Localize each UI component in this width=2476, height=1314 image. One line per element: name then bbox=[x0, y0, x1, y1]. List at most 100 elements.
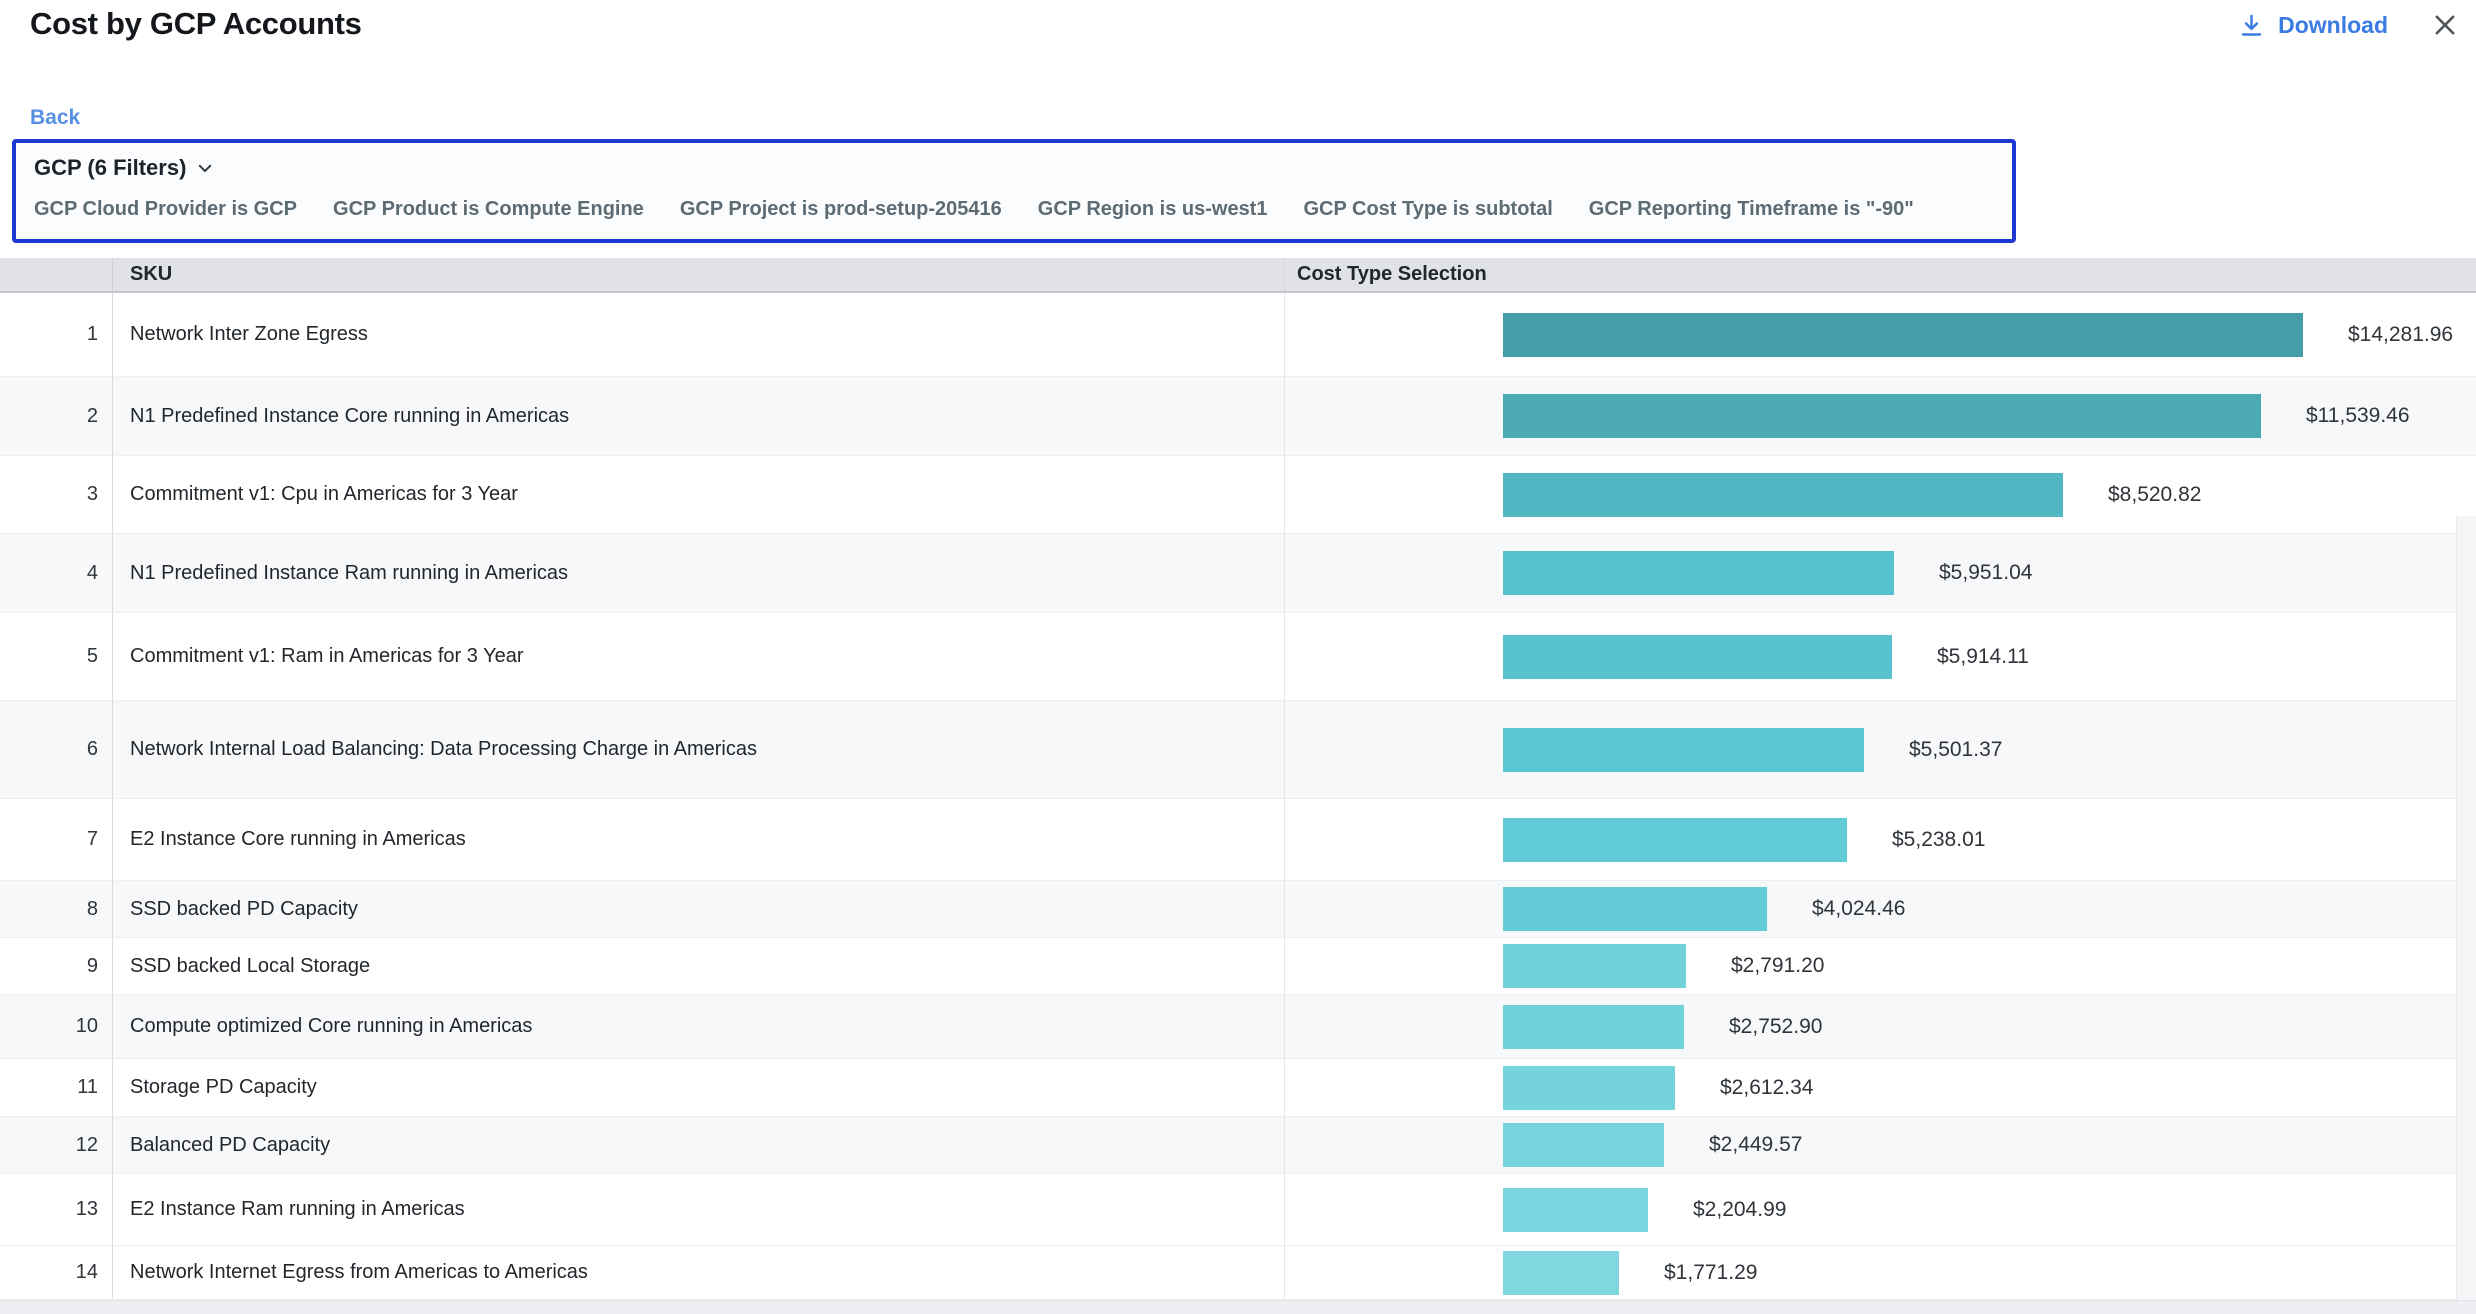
cost-type-selection-column-header: Cost Type Selection bbox=[1285, 258, 2476, 291]
cost-bar-cell: $2,752.90 bbox=[1285, 995, 2476, 1058]
row-number: 11 bbox=[0, 1059, 113, 1116]
cost-value-label: $8,520.82 bbox=[2108, 483, 2201, 507]
filter-item: GCP Cost Type is subtotal bbox=[1303, 198, 1552, 221]
row-number: 9 bbox=[0, 938, 113, 994]
cost-bar bbox=[1503, 635, 1892, 679]
download-label: Download bbox=[2278, 12, 2388, 39]
cost-value-label: $2,791.20 bbox=[1731, 954, 1824, 978]
chevron-down-icon bbox=[196, 159, 214, 177]
table-row: 14Network Internet Egress from Americas … bbox=[0, 1246, 2476, 1300]
cost-bar bbox=[1503, 313, 2303, 357]
row-number: 12 bbox=[0, 1117, 113, 1173]
filter-item: GCP Cloud Provider is GCP bbox=[34, 198, 297, 221]
next-row-edge-strip bbox=[0, 1300, 2476, 1314]
page-title: Cost by GCP Accounts bbox=[30, 6, 362, 42]
cost-value-label: $5,951.04 bbox=[1939, 561, 2032, 585]
cost-bar-cell: $2,791.20 bbox=[1285, 938, 2476, 994]
table-row: 8SSD backed PD Capacity$4,024.46 bbox=[0, 881, 2476, 938]
row-number: 2 bbox=[0, 377, 113, 455]
cost-value-label: $11,539.46 bbox=[2306, 404, 2410, 428]
close-button[interactable] bbox=[2428, 8, 2462, 42]
table-row: 13E2 Instance Ram running in Americas$2,… bbox=[0, 1174, 2476, 1246]
table-header-row: SKU Cost Type Selection bbox=[0, 258, 2476, 293]
row-number: 13 bbox=[0, 1174, 113, 1245]
filter-item: GCP Region is us-west1 bbox=[1038, 198, 1268, 221]
sku-cell: Network Internet Egress from Americas to… bbox=[113, 1246, 1285, 1299]
table-row: 10Compute optimized Core running in Amer… bbox=[0, 995, 2476, 1059]
cost-bar-cell: $1,771.29 bbox=[1285, 1246, 2476, 1299]
table-row: 3Commitment v1: Cpu in Americas for 3 Ye… bbox=[0, 456, 2476, 534]
cost-bar-cell: $2,449.57 bbox=[1285, 1117, 2476, 1173]
filter-item: GCP Project is prod-setup-205416 bbox=[680, 198, 1002, 221]
sku-cell: Network Internal Load Balancing: Data Pr… bbox=[113, 701, 1285, 798]
cost-bar bbox=[1503, 1005, 1684, 1049]
filter-panel: GCP (6 Filters) GCP Cloud Provider is GC… bbox=[12, 139, 2016, 243]
row-number: 4 bbox=[0, 534, 113, 612]
table-row: 6Network Internal Load Balancing: Data P… bbox=[0, 701, 2476, 799]
cost-bar bbox=[1503, 1251, 1619, 1295]
sku-cell: Commitment v1: Ram in Americas for 3 Yea… bbox=[113, 613, 1285, 700]
row-number-column-header bbox=[0, 258, 113, 291]
cost-table: SKU Cost Type Selection 1Network Inter Z… bbox=[0, 258, 2476, 1314]
cost-bar bbox=[1503, 1066, 1675, 1110]
cost-bar-cell: $5,501.37 bbox=[1285, 701, 2476, 798]
table-row: 2N1 Predefined Instance Core running in … bbox=[0, 377, 2476, 456]
row-number: 6 bbox=[0, 701, 113, 798]
cost-value-label: $5,914.11 bbox=[1937, 645, 2029, 669]
back-link[interactable]: Back bbox=[30, 106, 80, 130]
table-row: 5Commitment v1: Ram in Americas for 3 Ye… bbox=[0, 613, 2476, 701]
cost-value-label: $2,204.99 bbox=[1693, 1198, 1786, 1222]
cost-value-label: $5,238.01 bbox=[1892, 828, 1985, 852]
row-number: 7 bbox=[0, 799, 113, 880]
cost-bar-cell: $2,204.99 bbox=[1285, 1174, 2476, 1245]
cost-bar bbox=[1503, 1188, 1648, 1232]
sku-cell: N1 Predefined Instance Core running in A… bbox=[113, 377, 1285, 455]
table-row: 4N1 Predefined Instance Ram running in A… bbox=[0, 534, 2476, 613]
row-number: 10 bbox=[0, 995, 113, 1058]
cost-bar bbox=[1503, 818, 1847, 862]
table-scrollbar-track[interactable] bbox=[2456, 516, 2476, 1314]
cost-by-gcp-accounts-modal: Cost by GCP Accounts Download Back GCP (… bbox=[0, 0, 2476, 1314]
cost-bar bbox=[1503, 944, 1686, 988]
filter-item: GCP Reporting Timeframe is "-90" bbox=[1589, 198, 1914, 221]
sku-cell: Compute optimized Core running in Americ… bbox=[113, 995, 1285, 1058]
sku-cell: Network Inter Zone Egress bbox=[113, 293, 1285, 376]
sku-cell: N1 Predefined Instance Ram running in Am… bbox=[113, 534, 1285, 612]
row-number: 3 bbox=[0, 456, 113, 533]
cost-value-label: $14,281.96 bbox=[2348, 323, 2453, 347]
download-icon bbox=[2238, 12, 2265, 39]
download-button[interactable]: Download bbox=[2238, 12, 2388, 39]
cost-bar-cell: $5,238.01 bbox=[1285, 799, 2476, 880]
row-number: 14 bbox=[0, 1246, 113, 1299]
cost-bar-cell: $5,914.11 bbox=[1285, 613, 2476, 700]
row-number: 8 bbox=[0, 881, 113, 937]
table-row: 11Storage PD Capacity $2,612.34 bbox=[0, 1059, 2476, 1117]
cost-value-label: $2,612.34 bbox=[1720, 1076, 1813, 1100]
cost-bar-cell: $2,612.34 bbox=[1285, 1059, 2476, 1116]
cost-bar bbox=[1503, 1123, 1664, 1167]
table-row: 7E2 Instance Core running in Americas $5,… bbox=[0, 799, 2476, 881]
cost-bar bbox=[1503, 394, 2261, 438]
cost-bar-cell: $8,520.82 bbox=[1285, 456, 2476, 533]
cost-value-label: $5,501.37 bbox=[1909, 738, 2002, 762]
cost-bar bbox=[1503, 473, 2063, 517]
sku-cell: Balanced PD Capacity bbox=[113, 1117, 1285, 1173]
filter-summary-label: GCP (6 Filters) bbox=[34, 155, 186, 181]
cost-bar bbox=[1503, 551, 1894, 595]
table-row: 12Balanced PD Capacity$2,449.57 bbox=[0, 1117, 2476, 1174]
row-number: 5 bbox=[0, 613, 113, 700]
cost-value-label: $4,024.46 bbox=[1812, 897, 1905, 921]
table-row: 9SSD backed Local Storage $2,791.20 bbox=[0, 938, 2476, 995]
sku-cell: Storage PD Capacity bbox=[113, 1059, 1285, 1116]
sku-column-header: SKU bbox=[113, 258, 1285, 291]
cost-bar-cell: $14,281.96 bbox=[1285, 293, 2476, 376]
top-right-actions: Download bbox=[2238, 8, 2462, 42]
filter-items-row: GCP Cloud Provider is GCP GCP Product is … bbox=[34, 198, 1994, 221]
table-row: 1Network Inter Zone Egress $14,281.96 bbox=[0, 293, 2476, 377]
sku-cell: SSD backed Local Storage bbox=[113, 938, 1285, 994]
filter-summary-dropdown[interactable]: GCP (6 Filters) bbox=[34, 155, 1994, 181]
sku-cell: E2 Instance Core running in Americas bbox=[113, 799, 1285, 880]
cost-bar bbox=[1503, 728, 1864, 772]
row-number: 1 bbox=[0, 293, 113, 376]
filter-item: GCP Product is Compute Engine bbox=[333, 198, 644, 221]
